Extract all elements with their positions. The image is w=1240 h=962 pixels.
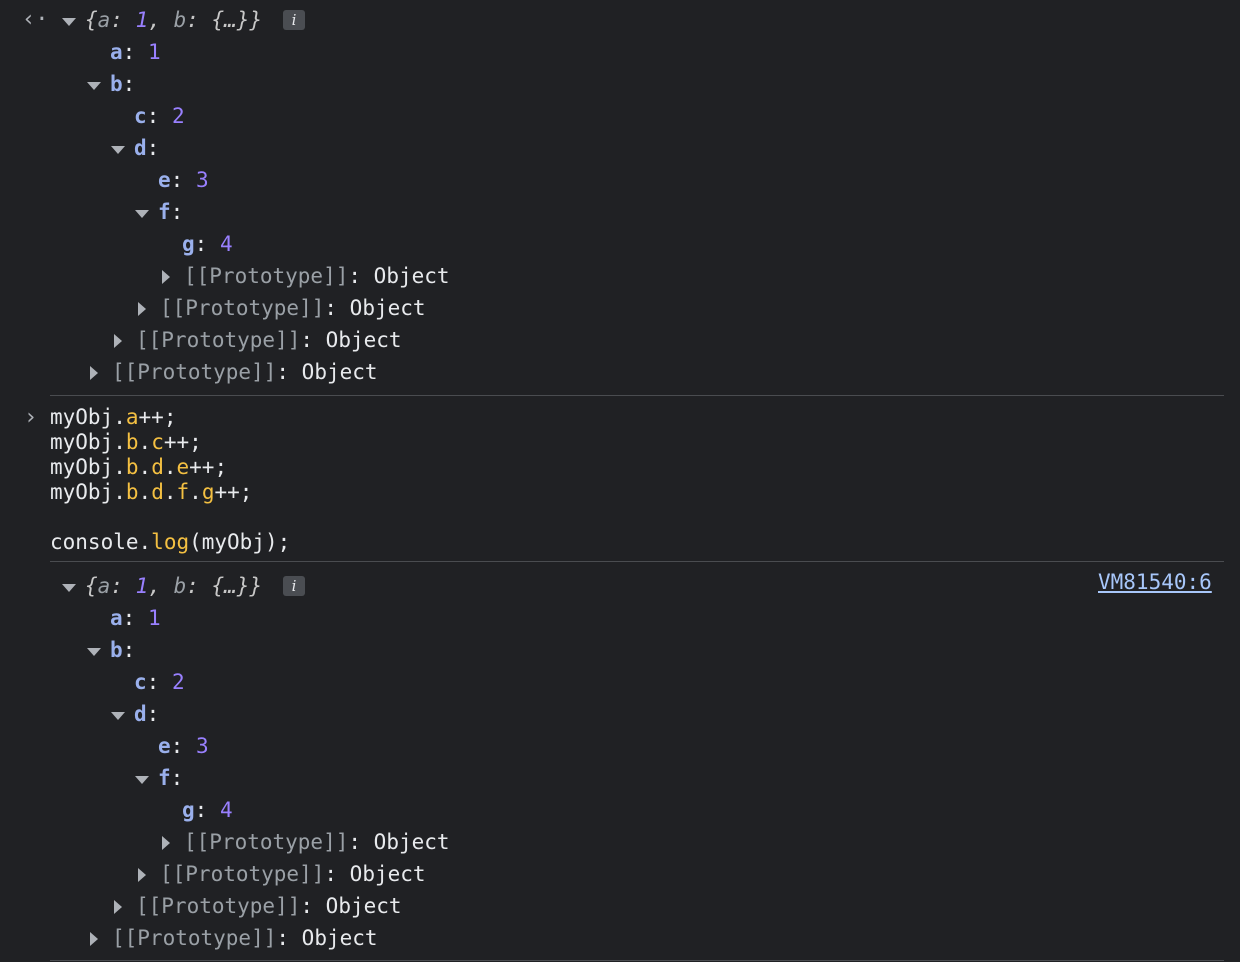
message-divider bbox=[50, 395, 1224, 396]
prototype-row[interactable]: [[Prototype]]: Object bbox=[184, 826, 450, 858]
property-row-c: c: 2 bbox=[134, 670, 185, 694]
prototype-row[interactable]: [[Prototype]]: Object bbox=[160, 858, 426, 890]
code-line-1[interactable]: myObj.a++; bbox=[50, 405, 176, 430]
property-row-e: e: 3 bbox=[158, 734, 209, 758]
prototype-row[interactable]: [[Prototype]]: Object bbox=[112, 922, 378, 954]
info-icon[interactable]: i bbox=[283, 576, 305, 596]
prototype-row[interactable]: [[Prototype]]: Object bbox=[136, 890, 402, 922]
expand-triangle-right-icon[interactable] bbox=[162, 270, 170, 284]
info-icon[interactable]: i bbox=[283, 10, 305, 30]
return-arrow-icon: ‹· bbox=[22, 7, 49, 32]
expand-triangle-down-icon[interactable] bbox=[62, 584, 76, 592]
expand-triangle-right-icon[interactable] bbox=[114, 900, 122, 914]
prototype-row[interactable]: [[Prototype]]: Object bbox=[184, 260, 450, 292]
property-row-d[interactable]: d: bbox=[134, 132, 159, 164]
expand-triangle-right-icon[interactable] bbox=[138, 868, 146, 882]
property-row-f[interactable]: f: bbox=[158, 762, 183, 794]
property-row-b[interactable]: b: bbox=[110, 68, 135, 100]
expand-triangle-down-icon[interactable] bbox=[87, 648, 101, 656]
property-row-f[interactable]: f: bbox=[158, 196, 183, 228]
expand-triangle-right-icon[interactable] bbox=[90, 366, 98, 380]
expand-triangle-down-icon[interactable] bbox=[87, 82, 101, 90]
message-divider bbox=[50, 960, 1224, 961]
expand-triangle-right-icon[interactable] bbox=[138, 302, 146, 316]
expand-triangle-down-icon[interactable] bbox=[111, 146, 125, 154]
code-line-4[interactable]: myObj.b.d.f.g++; bbox=[50, 480, 252, 505]
property-row-d[interactable]: d: bbox=[134, 698, 159, 730]
source-location-link[interactable]: VM81540:6 bbox=[1098, 566, 1212, 598]
expand-triangle-down-icon[interactable] bbox=[111, 712, 125, 720]
expand-triangle-right-icon[interactable] bbox=[90, 932, 98, 946]
devtools-console: ‹· {a: 1, b: {…}} i a: 1 b: c: 2 d: e: 3… bbox=[0, 0, 1240, 962]
prototype-row[interactable]: [[Prototype]]: Object bbox=[136, 324, 402, 356]
chevron-right-icon: › bbox=[24, 405, 38, 430]
property-row-b[interactable]: b: bbox=[110, 634, 135, 666]
message-divider bbox=[50, 561, 1224, 562]
property-row-e: e: 3 bbox=[158, 168, 209, 192]
code-line-3[interactable]: myObj.b.d.e++; bbox=[50, 455, 227, 480]
expand-triangle-right-icon[interactable] bbox=[162, 836, 170, 850]
expand-triangle-down-icon[interactable] bbox=[135, 776, 149, 784]
prototype-row[interactable]: [[Prototype]]: Object bbox=[112, 356, 378, 388]
object-preview[interactable]: {a: 1, b: {…}} bbox=[85, 570, 262, 602]
code-line-6[interactable]: console.log(myObj); bbox=[50, 530, 290, 555]
property-row-c: c: 2 bbox=[134, 104, 185, 128]
object-preview[interactable]: {a: 1, b: {…}} bbox=[85, 4, 262, 36]
expand-triangle-right-icon[interactable] bbox=[114, 334, 122, 348]
property-row-a: a: 1 bbox=[110, 40, 161, 64]
property-row-a: a: 1 bbox=[110, 606, 161, 630]
property-row-g: g: 4 bbox=[182, 232, 233, 256]
prototype-row[interactable]: [[Prototype]]: Object bbox=[160, 292, 426, 324]
expand-triangle-down-icon[interactable] bbox=[135, 210, 149, 218]
code-line-2[interactable]: myObj.b.c++; bbox=[50, 430, 202, 455]
expand-triangle-down-icon[interactable] bbox=[62, 18, 76, 26]
property-row-g: g: 4 bbox=[182, 798, 233, 822]
